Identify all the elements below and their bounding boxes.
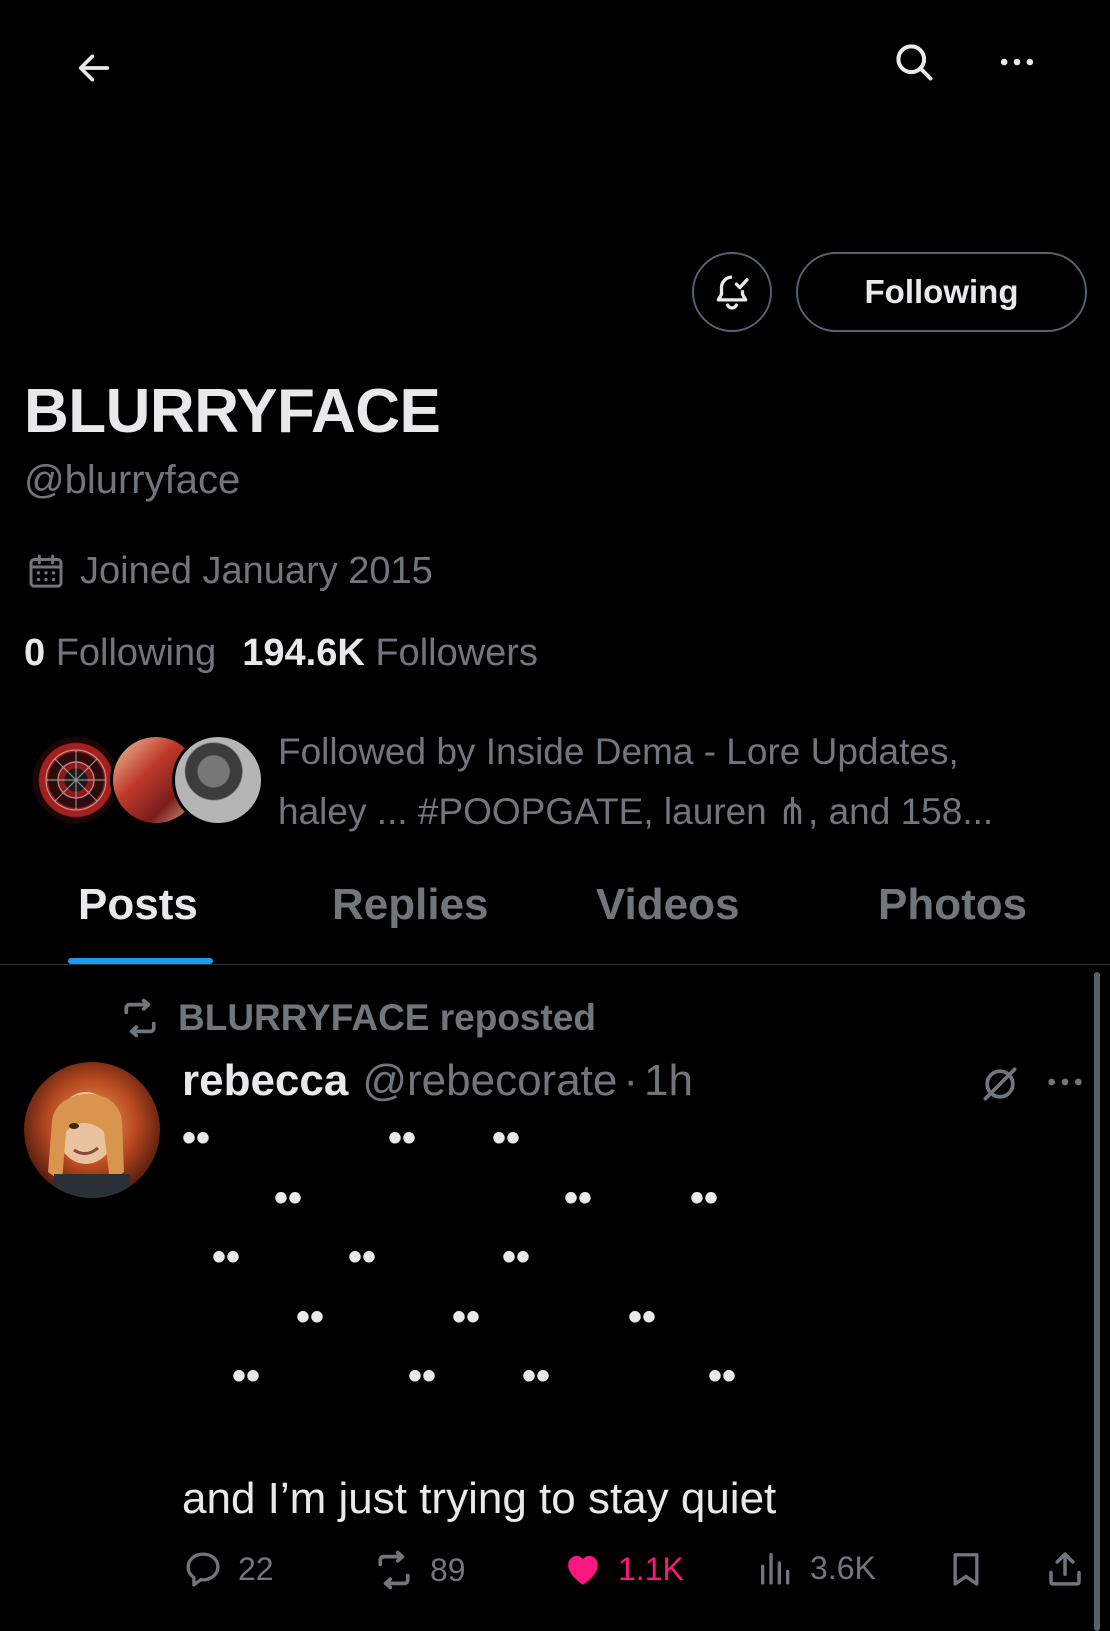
followers-count: 194.6K	[242, 632, 365, 674]
share-button[interactable]	[1044, 1548, 1100, 1590]
scrollbar[interactable]	[1094, 972, 1100, 1631]
dots-glyph: ••	[492, 1116, 521, 1160]
post-more-button[interactable]	[1040, 1064, 1090, 1100]
grok-icon[interactable]	[978, 1062, 1022, 1106]
repost-label: BLURRYFACE reposted	[178, 997, 597, 1038]
reply-button[interactable]: 22	[182, 1548, 274, 1590]
heart-icon	[562, 1548, 604, 1590]
profile-tabs: Posts Replies Videos Photos	[0, 858, 1110, 965]
dots-glyph: ••	[296, 1295, 325, 1339]
post-author-avatar[interactable]	[24, 1062, 160, 1198]
tab-videos[interactable]: Videos	[596, 880, 739, 930]
following-stat-link[interactable]: 0 Following	[24, 632, 216, 675]
post-author-name[interactable]: rebecca	[182, 1056, 348, 1106]
repost-icon	[372, 1548, 416, 1592]
following-button[interactable]: Following	[796, 252, 1087, 332]
follower-avatar-1	[30, 734, 122, 826]
profile-handle: @blurryface	[24, 458, 241, 502]
repost-icon	[118, 996, 162, 1040]
repost-count: 89	[430, 1551, 466, 1588]
active-tab-indicator	[68, 958, 213, 964]
follow-stats: 0 Following 194.6K Followers	[24, 632, 538, 675]
dots-glyph: ••	[502, 1235, 531, 1279]
dots-glyph: ••	[628, 1295, 657, 1339]
more-options-button[interactable]	[987, 32, 1047, 92]
reply-count: 22	[238, 1550, 274, 1587]
dots-glyph: ••	[564, 1176, 593, 1220]
dots-glyph: ••	[522, 1354, 551, 1398]
more-horizontal-icon	[1000, 58, 1034, 66]
post-separator: ·	[623, 1056, 639, 1105]
post-timestamp[interactable]: 1h	[644, 1056, 693, 1106]
top-bar	[0, 0, 1110, 130]
followed-by-avatars	[30, 734, 264, 830]
post-action-bar: 22 89 1.1K 3.6K	[182, 1548, 1092, 1608]
bell-check-icon	[716, 275, 749, 310]
dots-glyph: ••	[274, 1176, 303, 1220]
joined-text: Joined January 2015	[80, 550, 433, 592]
dots-glyph: ••	[182, 1116, 211, 1160]
following-count: 0	[24, 632, 46, 674]
joined-date: Joined January 2015	[26, 550, 433, 593]
profile-display-name: BLURRYFACE	[24, 377, 441, 446]
arrow-left-icon	[78, 54, 110, 82]
bookmark-button[interactable]	[946, 1548, 1000, 1590]
dots-glyph: ••	[232, 1354, 261, 1398]
repost-button[interactable]: 89	[372, 1548, 466, 1592]
post-text: and I’m just trying to stay quiet	[182, 1474, 777, 1523]
dots-glyph: ••	[452, 1295, 481, 1339]
view-count: 3.6K	[810, 1549, 876, 1586]
search-button[interactable]	[884, 32, 944, 92]
tab-photos[interactable]: Photos	[878, 880, 1027, 930]
followed-by-line-1: Followed by Inside Dema - Lore Updates,	[278, 731, 959, 772]
profile-page: Following BLURRYFACE @blurryface Joined …	[0, 0, 1110, 1631]
repost-indicator[interactable]: BLURRYFACE reposted	[118, 996, 596, 1040]
dots-glyph: ••	[708, 1354, 737, 1398]
dots-glyph: ••	[408, 1354, 437, 1398]
bookmark-icon	[946, 1548, 986, 1590]
views-button[interactable]: 3.6K	[756, 1548, 876, 1588]
followers-stat-label: Followers	[375, 632, 538, 674]
followed-by-text: Followed by Inside Dema - Lore Updates, …	[278, 722, 1068, 842]
back-button[interactable]	[64, 38, 124, 98]
dots-glyph: ••	[348, 1235, 377, 1279]
notifications-toggle-button[interactable]	[692, 252, 772, 332]
dots-glyph: ••	[388, 1116, 417, 1160]
post-header: rebecca @rebecorate · 1h	[182, 1056, 693, 1106]
analytics-icon	[756, 1548, 796, 1588]
share-icon	[1044, 1548, 1086, 1590]
dots-glyph: ••	[690, 1176, 719, 1220]
post-dots-art: •• •• •• •• •• •• •• •• •• •• •• •• •• •…	[182, 1116, 1042, 1516]
followers-stat-link[interactable]: 194.6K Followers	[242, 632, 538, 675]
post-author-handle[interactable]: @rebecorate	[362, 1056, 617, 1106]
tab-replies[interactable]: Replies	[332, 880, 489, 930]
more-horizontal-icon	[1048, 1078, 1082, 1086]
like-button[interactable]: 1.1K	[562, 1548, 684, 1590]
following-stat-label: Following	[55, 632, 217, 674]
dots-glyph: ••	[212, 1235, 241, 1279]
follower-avatar-3	[172, 734, 264, 826]
followers-you-know-link[interactable]: Followed by Inside Dema - Lore Updates, …	[24, 722, 1084, 842]
calendar-icon	[26, 552, 66, 592]
followed-by-line-2: haley ... #POOPGATE, lauren ⋔, and 158..…	[278, 791, 994, 832]
search-icon	[896, 44, 933, 81]
tab-posts[interactable]: Posts	[78, 880, 198, 930]
reply-icon	[182, 1548, 224, 1590]
like-count: 1.1K	[618, 1550, 684, 1587]
